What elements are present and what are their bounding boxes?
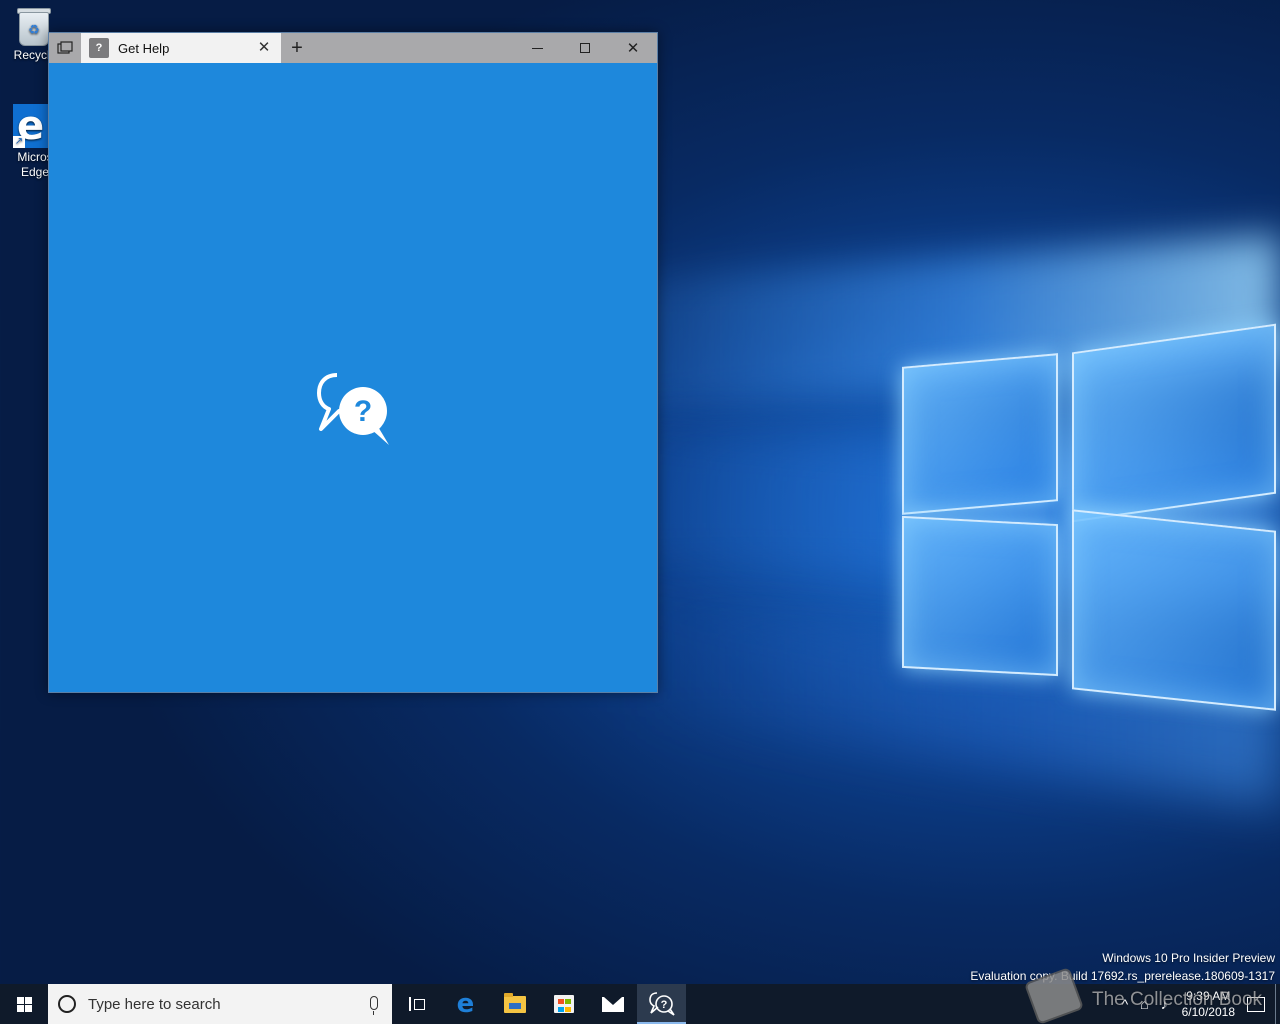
microphone-icon[interactable] xyxy=(370,996,378,1015)
build-watermark: Windows 10 Pro Insider Preview Evaluatio… xyxy=(970,949,1275,985)
tab-close-button[interactable]: ✕ xyxy=(255,39,273,57)
splash-screen: ? xyxy=(49,63,657,693)
tab-get-help[interactable]: ? Get Help ✕ xyxy=(81,33,281,63)
folder-icon xyxy=(503,992,526,1013)
taskbar-get-help[interactable]: ? xyxy=(637,984,686,1024)
watermark-line: Windows 10 Pro Insider Preview xyxy=(1102,951,1275,965)
get-help-icon: ? xyxy=(89,38,109,58)
taskbar-task-view[interactable] xyxy=(392,984,441,1024)
maximize-icon xyxy=(580,43,590,53)
new-tab-button[interactable]: + xyxy=(281,33,313,63)
windows-logo-pane xyxy=(1072,323,1276,523)
show-desktop-button[interactable] xyxy=(1275,984,1280,1024)
watermark-line: Evaluation copy. Build 17692.rs_prerelea… xyxy=(970,969,1275,983)
get-help-window: ? Get Help ✕ + ✕ ? xyxy=(48,32,658,693)
taskbar-microsoft-edge[interactable]: e xyxy=(441,984,490,1024)
start-button[interactable] xyxy=(0,984,48,1024)
minimize-button[interactable] xyxy=(513,33,561,63)
cortana-icon xyxy=(58,995,76,1013)
recycle-bin-icon: ♻ xyxy=(17,6,51,46)
store-icon xyxy=(553,995,574,1013)
windows-start-icon xyxy=(16,996,32,1012)
maximize-button[interactable] xyxy=(561,33,609,63)
get-help-icon: ? xyxy=(648,992,675,1016)
taskbar-file-explorer[interactable] xyxy=(490,984,539,1024)
overlay-logo-text: The Collection Book xyxy=(1092,989,1263,1010)
svg-text:?: ? xyxy=(660,999,667,1011)
task-view-icon xyxy=(408,997,425,1011)
taskbar-microsoft-store[interactable] xyxy=(539,984,588,1024)
windows-logo-pane xyxy=(1072,509,1276,711)
search-placeholder: Type here to search xyxy=(88,995,221,1013)
taskbar-search-box[interactable]: Type here to search xyxy=(48,984,392,1024)
tabs-icon xyxy=(57,41,73,54)
close-button[interactable]: ✕ xyxy=(609,33,657,63)
minimize-icon xyxy=(531,47,543,49)
edge-icon: e ↗ xyxy=(13,104,49,148)
help-chat-icon: ? xyxy=(317,373,389,445)
title-bar[interactable]: ? Get Help ✕ + ✕ xyxy=(49,33,657,63)
set-aside-tabs-button[interactable] xyxy=(49,33,81,63)
shortcut-arrow-icon: ↗ xyxy=(13,136,25,148)
windows-logo-pane xyxy=(902,353,1058,515)
taskbar: Type here to search e ? ^ ⌂ ♪ 9:39 AM 6/… xyxy=(0,984,1280,1024)
windows-logo-pane xyxy=(902,515,1058,677)
svg-text:?: ? xyxy=(354,395,372,428)
taskbar-mail[interactable] xyxy=(588,984,637,1024)
edge-icon: e xyxy=(456,989,475,1019)
tab-title: Get Help xyxy=(118,40,170,56)
mail-icon xyxy=(601,996,624,1012)
title-bar-drag-region[interactable] xyxy=(313,33,513,63)
